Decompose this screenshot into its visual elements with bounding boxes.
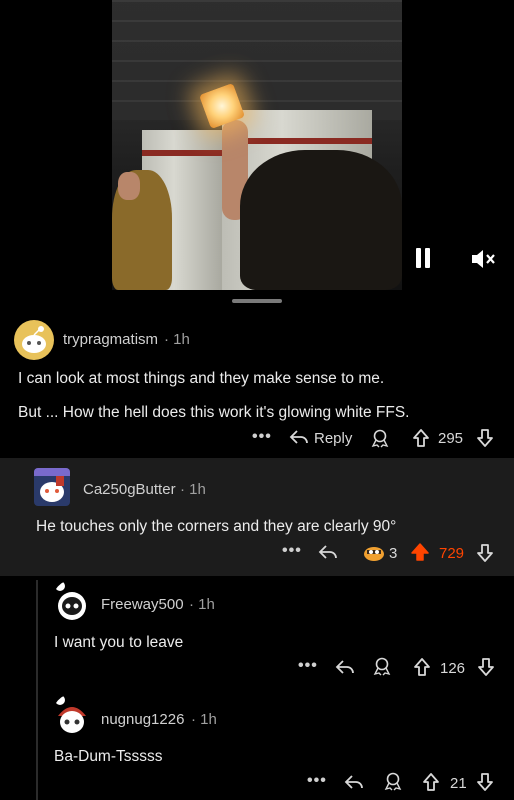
vote-count: 21 (450, 775, 467, 792)
username[interactable]: Freeway500 (101, 596, 184, 613)
downvote-icon[interactable] (476, 543, 494, 568)
upvote-icon[interactable] (412, 428, 430, 453)
vote-count: 729 (439, 545, 465, 562)
video-scrub-handle[interactable] (232, 299, 282, 303)
award-icon[interactable] (362, 541, 386, 568)
video-player[interactable] (0, 0, 514, 290)
vote-count: 126 (440, 660, 466, 677)
comment-text-line: But ... How the hell does this work it's… (18, 404, 410, 421)
downvote-icon[interactable] (476, 428, 494, 453)
award-icon[interactable] (372, 656, 392, 681)
video-frame (112, 0, 402, 290)
more-options-icon[interactable]: ••• (298, 657, 318, 675)
reply-icon[interactable] (289, 428, 309, 451)
upvote-icon[interactable] (422, 772, 440, 797)
award-icon[interactable] (383, 771, 403, 796)
pause-icon[interactable] (414, 248, 432, 268)
avatar[interactable] (34, 468, 70, 506)
highlighted-comment (0, 458, 514, 576)
more-options-icon[interactable]: ••• (282, 542, 302, 560)
username[interactable]: nugnug1226 (101, 711, 184, 728)
volume-mute-icon[interactable] (470, 248, 496, 270)
timestamp: · 1h (189, 596, 215, 613)
comment-text-line: He touches only the corners and they are… (36, 518, 397, 535)
timestamp: · 1h (164, 331, 190, 348)
comment-text-line: I can look at most things and they make … (18, 370, 385, 387)
timestamp: · 1h (191, 711, 217, 728)
thread-line[interactable] (36, 580, 38, 800)
reply-button[interactable]: Reply (314, 430, 352, 447)
username[interactable]: Ca250gButter (83, 481, 176, 498)
more-options-icon[interactable]: ••• (307, 772, 327, 790)
reply-icon[interactable] (335, 658, 355, 681)
avatar[interactable] (14, 320, 54, 360)
avatar[interactable] (52, 580, 92, 624)
avatar[interactable] (52, 694, 92, 738)
comment-text-line: I want you to leave (54, 634, 184, 651)
username[interactable]: trypragmatism (63, 331, 158, 348)
comment-text-line: Ba-Dum-Tsssss (54, 748, 163, 765)
reply-icon[interactable] (344, 773, 364, 796)
downvote-icon[interactable] (477, 657, 495, 682)
reply-icon[interactable] (318, 543, 338, 566)
video-ceiling (112, 0, 402, 120)
more-options-icon[interactable]: ••• (252, 428, 272, 446)
vote-count: 295 (438, 430, 464, 447)
upvote-icon[interactable] (413, 657, 431, 682)
award-icon[interactable] (370, 428, 390, 453)
downvote-icon[interactable] (476, 772, 494, 797)
upvote-icon[interactable] (410, 542, 430, 567)
award-count: 3 (389, 545, 398, 562)
timestamp: · 1h (180, 481, 206, 498)
video-person-right (240, 150, 402, 290)
